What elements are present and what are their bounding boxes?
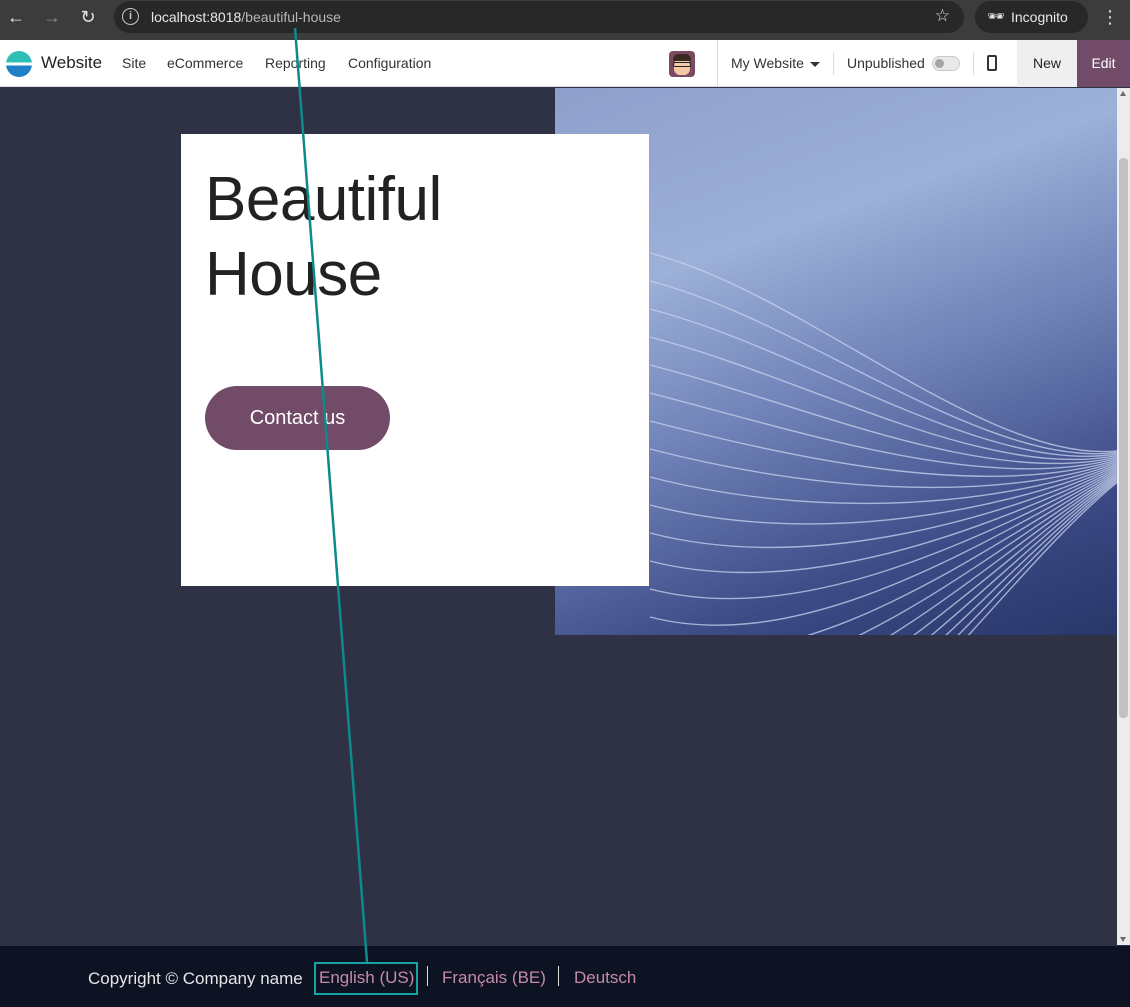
navbar-divider (717, 40, 718, 87)
language-link-english-us[interactable]: English (US) (319, 968, 414, 988)
language-link-deutsch[interactable]: Deutsch (574, 968, 636, 988)
info-icon[interactable]: i (122, 8, 139, 25)
edit-button[interactable]: Edit (1077, 40, 1130, 87)
contact-us-button[interactable]: Contact us (205, 386, 390, 450)
scroll-up-arrow-icon[interactable] (1120, 91, 1126, 96)
avatar[interactable] (669, 51, 695, 77)
publish-toggle[interactable] (932, 56, 960, 71)
hero-line (930, 477, 1117, 635)
mobile-preview-icon[interactable] (987, 55, 997, 71)
hero-line (649, 336, 1117, 461)
hero-line (912, 475, 1117, 635)
caret-down-icon (809, 61, 820, 67)
page-title-line-1: Beautiful (205, 165, 442, 234)
menu-configuration[interactable]: Configuration (348, 55, 431, 71)
website-selector-dropdown[interactable]: My Website (731, 55, 820, 71)
avatar-hair (673, 54, 691, 61)
toggle-knob (935, 59, 944, 68)
language-separator (427, 966, 428, 986)
hero-text-card: Beautiful House Contact us (181, 134, 649, 586)
language-separator (558, 966, 559, 986)
page-title-line-2: House (205, 240, 382, 309)
incognito-label: Incognito (1011, 9, 1068, 25)
hero-line (806, 471, 1117, 635)
url-path: /beautiful-house (241, 9, 341, 25)
incognito-icon: 🕶 (987, 8, 1005, 24)
website-selector-label: My Website (731, 55, 804, 71)
menu-reporting[interactable]: Reporting (265, 55, 326, 71)
scroll-down-arrow-icon[interactable] (1120, 937, 1126, 942)
website-app-logo-icon[interactable] (6, 51, 32, 77)
url-text[interactable]: localhost:8018/beautiful-house (151, 9, 341, 25)
publish-status-label: Unpublished (847, 55, 925, 71)
address-bar[interactable]: i localhost:8018/beautiful-house ☆ (114, 1, 964, 33)
navbar-divider (833, 52, 834, 75)
url-host: localhost:8018 (151, 9, 242, 25)
hero-line (649, 252, 1117, 453)
reload-icon[interactable]: ↻ (74, 6, 102, 28)
app-name[interactable]: Website (41, 53, 102, 73)
avatar-glasses (673, 62, 691, 67)
scrollbar-thumb[interactable] (1119, 158, 1128, 718)
menu-ecommerce[interactable]: eCommerce (167, 55, 243, 71)
new-button[interactable]: New (1017, 40, 1077, 87)
footer: Copyright © Company name English (US) Fr… (0, 946, 1130, 1007)
hero-line (967, 481, 1117, 635)
hero-line (649, 392, 1117, 470)
browser-toolbar: ← → ↻ i localhost:8018/beautiful-house ☆… (0, 0, 1130, 40)
incognito-indicator[interactable]: 🕶 Incognito (975, 1, 1088, 33)
page-scrollbar[interactable] (1117, 88, 1130, 945)
forward-arrow-icon[interactable]: → (38, 6, 66, 28)
language-link-francais-be[interactable]: Français (BE) (442, 968, 546, 988)
bookmark-star-icon[interactable]: ☆ (935, 6, 950, 26)
menu-site[interactable]: Site (122, 55, 146, 71)
kebab-menu-icon[interactable]: ⋮ (1100, 7, 1120, 28)
back-arrow-icon[interactable]: ← (2, 6, 30, 28)
odoo-navbar: Website Site eCommerce Reporting Configu… (0, 40, 1130, 87)
navbar-divider (973, 52, 974, 75)
hero-line (649, 280, 1117, 455)
copyright-text: Copyright © Company name (88, 969, 303, 988)
page-title: Beautiful House (205, 162, 605, 312)
